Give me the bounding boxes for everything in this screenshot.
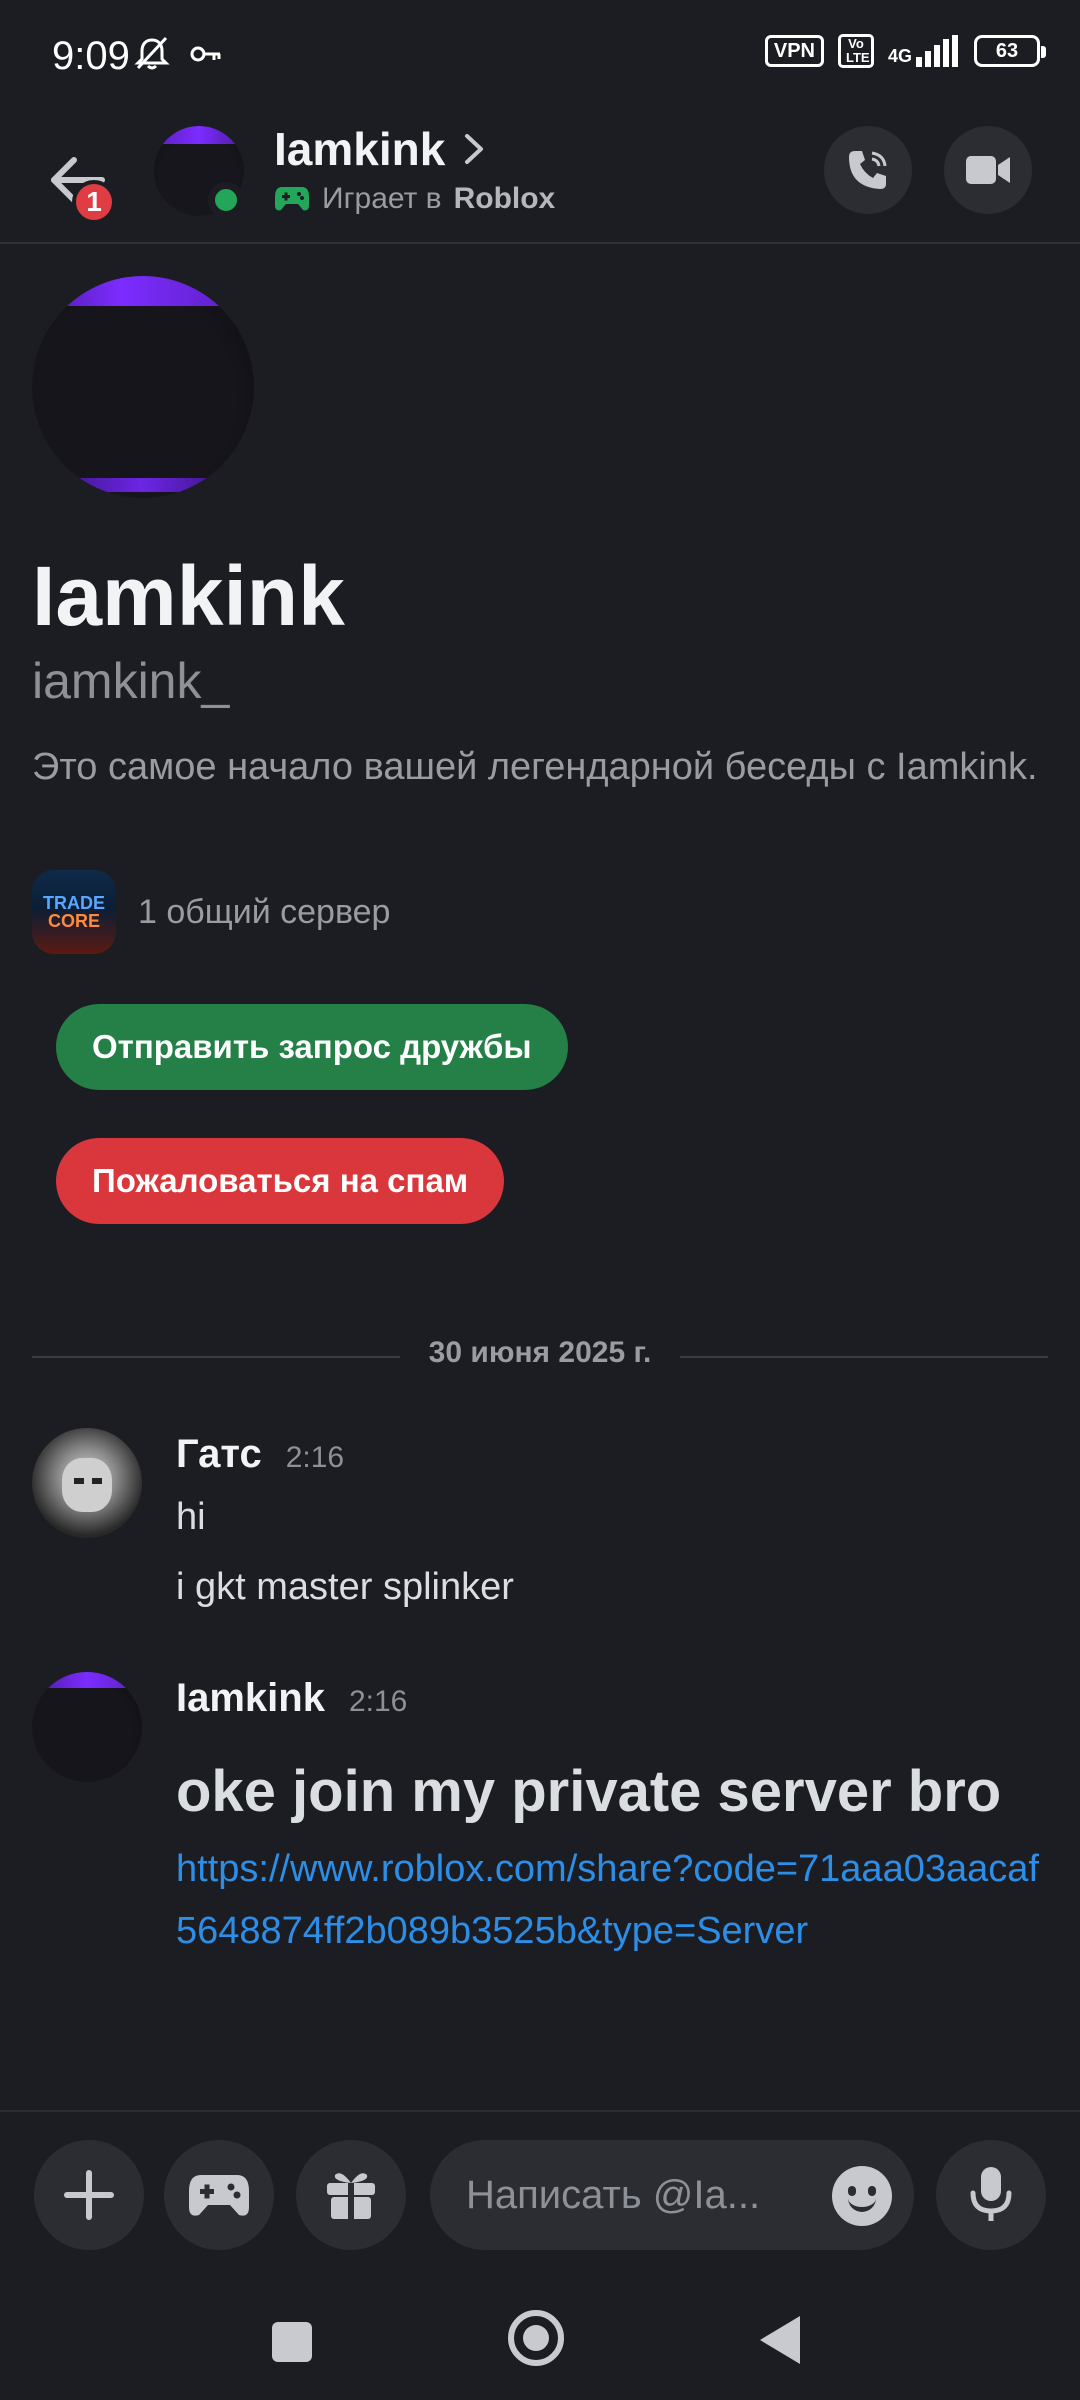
microphone-icon [970, 2167, 1012, 2221]
conversation-start-text: Это самое начало вашей легендарной бесед… [32, 746, 1038, 788]
bell-off-icon [134, 36, 170, 70]
emoji-mouth [848, 2198, 876, 2212]
volte-icon: Vo LTE [837, 34, 874, 68]
send-friend-request-button[interactable]: Отправить запрос дружбы [56, 1004, 568, 1090]
message-text[interactable]: i gkt master splinker [176, 1566, 514, 1609]
avatar-face [62, 1458, 112, 1512]
activity-game: Roblox [453, 182, 556, 215]
vpn-icon: VPN [764, 35, 824, 67]
message-input[interactable]: Написать @Ia... [430, 2140, 914, 2250]
status-bar: 9:09 VPN Vo LTE 4G 63 [0, 0, 1080, 112]
phone-icon [849, 151, 887, 189]
message-header: Iamkink 2:16 [176, 1676, 407, 1721]
message-time: 2:16 [348, 1685, 408, 1718]
header-name-text: Iamkink [274, 123, 446, 175]
avatar-eye-right [92, 1478, 102, 1484]
date-divider-label: 30 июня 2025 г. [428, 1336, 652, 1369]
message-input-placeholder: Написать @Ia... [466, 2172, 761, 2217]
status-left-icons [132, 34, 224, 74]
date-divider: 30 июня 2025 г. [32, 1336, 1048, 1376]
activities-button[interactable] [164, 2140, 274, 2250]
header-user-name[interactable]: Iamkink [274, 122, 485, 176]
gamepad-icon [275, 187, 309, 211]
server-icon-text-2: CORE [47, 911, 100, 931]
signal-strength: 4G [888, 35, 960, 67]
video-call-button[interactable] [944, 126, 1032, 214]
status-time: 9:09 [52, 34, 130, 78]
chevron-right-icon [465, 134, 484, 164]
message-author[interactable]: Iamkink [176, 1676, 325, 1721]
emoji-button[interactable] [832, 2166, 892, 2226]
message-header: Гатс 2:16 [176, 1432, 344, 1477]
server-icon-text-1: TRADE [43, 893, 105, 913]
message-composer: Написать @Ia... [0, 2110, 1080, 2280]
plus-icon [64, 2170, 114, 2220]
chat-header: 1 Iamkink Играет в Roblox [0, 112, 1080, 244]
profile-avatar-large[interactable] [32, 276, 254, 498]
unread-badge: 1 [72, 180, 116, 224]
gift-icon [327, 2173, 375, 2219]
message-text[interactable]: hi [176, 1496, 206, 1539]
system-back-button[interactable] [760, 2316, 800, 2364]
voice-call-button[interactable] [824, 126, 912, 214]
mutual-servers[interactable]: TRADE CORE 1 общий сервер [32, 870, 390, 954]
emoji-eye-left [848, 2186, 856, 2196]
profile-display-name: Iamkink [32, 549, 345, 643]
gamepad-icon [189, 2175, 249, 2216]
network-type: 4G [887, 46, 912, 66]
voice-message-button[interactable] [936, 2140, 1046, 2250]
avatar-eye-left [74, 1478, 84, 1484]
online-status-icon [208, 182, 244, 218]
signal-icon [916, 35, 958, 67]
recents-button[interactable] [272, 2322, 312, 2362]
mutual-servers-label: 1 общий сервер [138, 892, 391, 931]
message-author[interactable]: Гатс [176, 1432, 262, 1477]
activity-prefix: Играет в [322, 182, 442, 215]
status-right-icons: VPN Vo LTE 4G 63 [764, 34, 1046, 68]
message-avatar-iamkink[interactable] [32, 1672, 142, 1782]
divider-line-right [680, 1356, 1048, 1358]
message-time: 2:16 [285, 1441, 345, 1474]
message-avatar-gats[interactable] [32, 1428, 142, 1538]
message-text-large[interactable]: oke join my private server bro [176, 1758, 1001, 1825]
server-icon: TRADE CORE [32, 870, 116, 954]
report-spam-button[interactable]: Пожаловаться на спам [56, 1138, 505, 1224]
emoji-eye-right [868, 2186, 876, 2196]
gift-button[interactable] [296, 2140, 406, 2250]
video-camera-icon [966, 156, 1010, 184]
header-activity: Играет в Roblox [274, 182, 555, 216]
home-button[interactable] [508, 2310, 564, 2366]
profile-username: iamkink_ [32, 653, 230, 709]
battery-icon: 63 [974, 35, 1046, 67]
system-nav-bar [0, 2280, 1080, 2400]
key-icon [190, 46, 221, 62]
add-attachment-button[interactable] [34, 2140, 144, 2250]
message-link[interactable]: https://www.roblox.com/share?code=71aaa0… [176, 1838, 1046, 1962]
